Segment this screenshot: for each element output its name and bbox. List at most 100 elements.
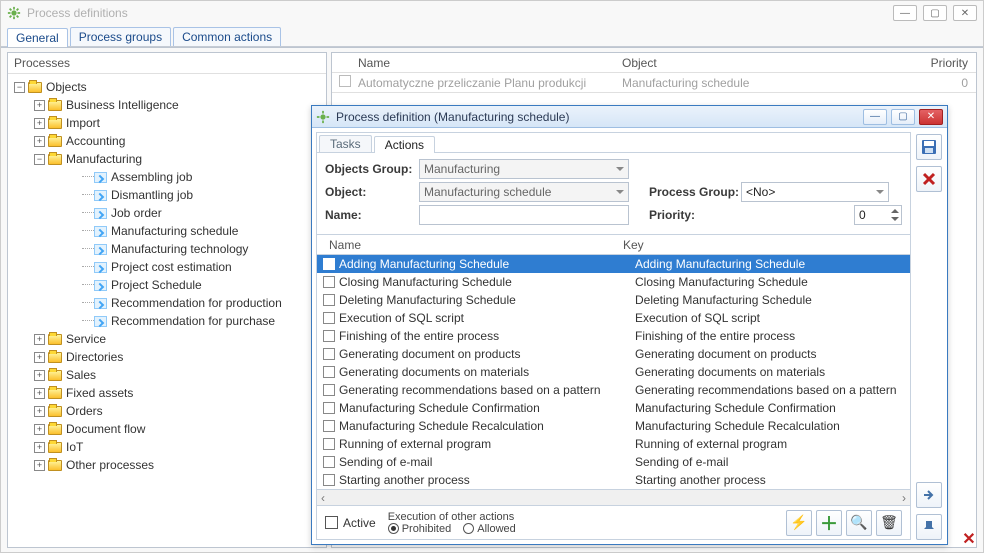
move-button[interactable]	[916, 482, 942, 508]
field-process-group[interactable]: <No>	[741, 182, 889, 202]
grid-row[interactable]: Generating document on productsGeneratin…	[317, 345, 910, 363]
row-checkbox[interactable]	[323, 276, 335, 288]
tree-folder[interactable]: +Sales	[10, 366, 324, 384]
tree-folder[interactable]: +Other processes	[10, 456, 324, 474]
row-checkbox[interactable]	[323, 438, 335, 450]
inner-tab-tasks[interactable]: Tasks	[319, 135, 372, 152]
tree-toggle-icon[interactable]: +	[34, 118, 45, 129]
col-object[interactable]: Object	[622, 56, 872, 70]
grid-row[interactable]: Starting another processStarting another…	[317, 471, 910, 489]
tree-leaf[interactable]: Job order	[10, 204, 324, 222]
tree-body[interactable]: −Objects+Business Intelligence+Import+Ac…	[8, 74, 326, 547]
grid-row[interactable]: Sending of e-mailSending of e-mail	[317, 453, 910, 471]
maximize-button[interactable]: ▢	[923, 5, 947, 21]
tree-toggle-icon[interactable]: +	[34, 406, 45, 417]
add-button[interactable]: ＋	[816, 510, 842, 536]
inner-maximize-button[interactable]: ▢	[891, 109, 915, 125]
row-checkbox[interactable]	[323, 384, 335, 396]
tree-leaf[interactable]: Manufacturing technology	[10, 240, 324, 258]
inner-minimize-button[interactable]: —	[863, 109, 887, 125]
tree-leaf[interactable]: Dismantling job	[10, 186, 324, 204]
tree-folder[interactable]: −Manufacturing	[10, 150, 324, 168]
search-button[interactable]: 🔍	[846, 510, 872, 536]
tree-toggle-icon[interactable]: +	[34, 460, 45, 471]
row-checkbox[interactable]	[323, 312, 335, 324]
row-checkbox[interactable]	[323, 474, 335, 486]
tree-toggle-icon[interactable]: −	[34, 154, 45, 165]
grid-body[interactable]: Adding Manufacturing ScheduleAdding Manu…	[317, 255, 910, 489]
tree-leaf[interactable]: Project Schedule	[10, 276, 324, 294]
active-checkbox[interactable]: Active	[325, 516, 376, 530]
tree-toggle-icon[interactable]: +	[34, 424, 45, 435]
tree-leaf[interactable]: Assembling job	[10, 168, 324, 186]
main-delete-icon[interactable]: ✕	[960, 529, 978, 547]
col-name[interactable]: Name	[332, 56, 622, 70]
grid-row[interactable]: Adding Manufacturing ScheduleAdding Manu…	[317, 255, 910, 273]
cancel-button[interactable]	[916, 166, 942, 192]
row-checkbox[interactable]	[323, 348, 335, 360]
minimize-button[interactable]: —	[893, 5, 917, 21]
save-button[interactable]	[916, 134, 942, 160]
row-checkbox[interactable]	[323, 294, 335, 306]
row-checkbox[interactable]	[323, 258, 335, 270]
col-priority[interactable]: Priority	[872, 56, 976, 70]
row-checkbox[interactable]	[323, 402, 335, 414]
grid-row[interactable]: Closing Manufacturing ScheduleClosing Ma…	[317, 273, 910, 291]
tab-general[interactable]: General	[7, 28, 68, 47]
tree-leaf[interactable]: Manufacturing schedule	[10, 222, 324, 240]
row-checkbox[interactable]	[323, 456, 335, 468]
scroll-left-icon[interactable]: ‹	[321, 491, 325, 505]
row-checkbox[interactable]	[339, 75, 351, 87]
tree-folder[interactable]: +Orders	[10, 402, 324, 420]
tree-folder[interactable]: +Service	[10, 330, 324, 348]
tree-leaf[interactable]: Recommendation for production	[10, 294, 324, 312]
close-button[interactable]: ✕	[953, 5, 977, 21]
grid-row[interactable]: Deleting Manufacturing ScheduleDeleting …	[317, 291, 910, 309]
pin-button[interactable]	[916, 514, 942, 540]
field-objects-group[interactable]: Manufacturing	[419, 159, 629, 179]
row-checkbox[interactable]	[323, 366, 335, 378]
tree-folder[interactable]: +IoT	[10, 438, 324, 456]
tree-folder[interactable]: +Fixed assets	[10, 384, 324, 402]
grid-row[interactable]: Running of external programRunning of ex…	[317, 435, 910, 453]
field-object[interactable]: Manufacturing schedule	[419, 182, 629, 202]
scroll-right-icon[interactable]: ›	[902, 491, 906, 505]
radio-allowed[interactable]: Allowed	[463, 523, 516, 535]
tree-toggle-icon[interactable]: +	[34, 334, 45, 345]
field-priority[interactable]: 0	[854, 205, 902, 225]
tree-toggle-icon[interactable]: +	[34, 442, 45, 453]
tree-folder[interactable]: +Accounting	[10, 132, 324, 150]
tree-toggle-icon[interactable]: +	[34, 388, 45, 399]
grid-row[interactable]: Manufacturing Schedule RecalculationManu…	[317, 417, 910, 435]
tree-folder[interactable]: −Objects	[10, 78, 324, 96]
row-checkbox[interactable]	[323, 420, 335, 432]
field-name[interactable]	[419, 205, 629, 225]
inner-tab-actions[interactable]: Actions	[374, 136, 435, 153]
tree-toggle-icon[interactable]: +	[34, 370, 45, 381]
grid-row[interactable]: Generating documents on materialsGenerat…	[317, 363, 910, 381]
grid-row[interactable]: Manufacturing Schedule ConfirmationManuf…	[317, 399, 910, 417]
grid-row[interactable]: Generating recommendations based on a pa…	[317, 381, 910, 399]
radio-prohibited[interactable]: Prohibited	[388, 523, 452, 535]
inner-close-button[interactable]: ✕	[919, 109, 943, 125]
tree-folder[interactable]: +Directories	[10, 348, 324, 366]
gh-name[interactable]: Name	[323, 238, 623, 252]
tree-folder[interactable]: +Import	[10, 114, 324, 132]
tree-leaf[interactable]: Project cost estimation	[10, 258, 324, 276]
grid-row[interactable]: Execution of SQL scriptExecution of SQL …	[317, 309, 910, 327]
delete-button[interactable]: 🗑	[876, 510, 902, 536]
tab-common-actions[interactable]: Common actions	[173, 27, 281, 46]
tree-leaf[interactable]: Recommendation for purchase	[10, 312, 324, 330]
tree-toggle-icon[interactable]: +	[34, 136, 45, 147]
gh-key[interactable]: Key	[623, 238, 910, 252]
tree-folder[interactable]: +Business Intelligence	[10, 96, 324, 114]
tab-process-groups[interactable]: Process groups	[70, 27, 171, 46]
grid-hscroll[interactable]: ‹ ›	[317, 489, 910, 505]
tree-folder[interactable]: +Document flow	[10, 420, 324, 438]
tree-toggle-icon[interactable]: +	[34, 100, 45, 111]
grid-row[interactable]: Finishing of the entire processFinishing…	[317, 327, 910, 345]
table-row[interactable]: Automatyczne przeliczanie Planu produkcj…	[332, 73, 976, 93]
tree-toggle-icon[interactable]: +	[34, 352, 45, 363]
run-button[interactable]: ⚡	[786, 510, 812, 536]
tree-toggle-icon[interactable]: −	[14, 82, 25, 93]
